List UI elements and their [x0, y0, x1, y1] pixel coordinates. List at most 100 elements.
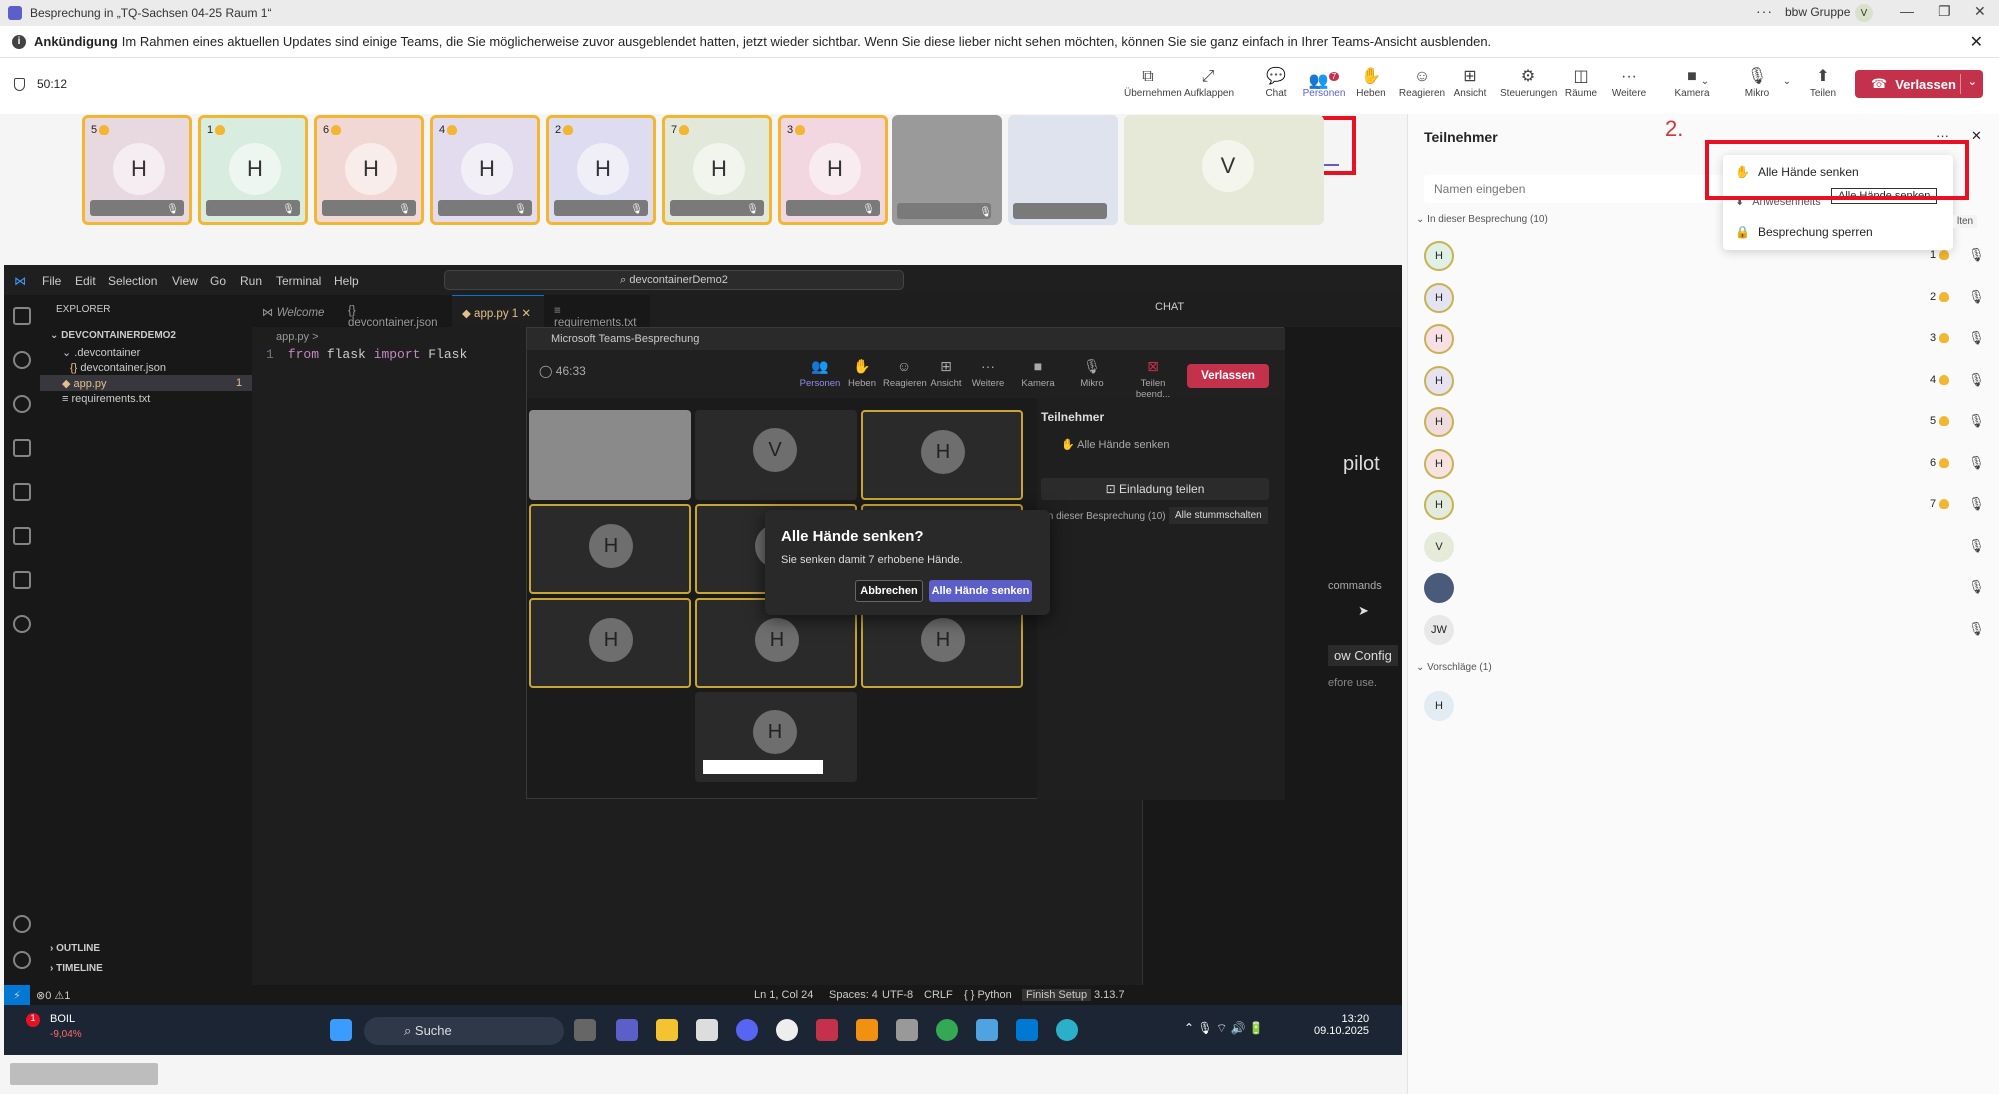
cursor-position[interactable]: Ln 1, Col 24: [754, 989, 813, 1001]
share-button[interactable]: ⬆ Teilen: [1799, 66, 1847, 99]
search-icon[interactable]: [13, 351, 31, 369]
close-window-icon[interactable]: ✕: [1974, 3, 1986, 20]
explorer-icon[interactable]: [13, 307, 31, 325]
inner-people-button[interactable]: 👥 Personen: [799, 358, 841, 389]
edge-icon[interactable]: [1056, 1019, 1078, 1041]
suggestions-section[interactable]: ⌄ Vorschläge (1): [1416, 662, 1492, 673]
mic-icon[interactable]: 🎙: [1968, 579, 1985, 595]
leave-button[interactable]: ☎ Verlassen ⌄: [1855, 70, 1983, 98]
user-avatar[interactable]: V: [1855, 4, 1873, 22]
lock-meeting-item[interactable]: 🔒 Besprechung sperren: [1735, 225, 1873, 239]
inner-more-button[interactable]: ··· Weitere: [967, 358, 1009, 389]
tab-app-py[interactable]: ◆ app.py 1 ✕: [452, 295, 544, 327]
language-status[interactable]: { } Python: [964, 989, 1012, 1001]
menu-terminal[interactable]: Terminal: [276, 274, 321, 288]
mic-button[interactable]: 🎙 Mikro: [1733, 66, 1781, 99]
tab-requirements[interactable]: ≡ requirements.txt: [544, 295, 650, 329]
tab-welcome[interactable]: ⋈ Welcome: [252, 295, 338, 327]
inner-mic-button[interactable]: 🎙 Mikro: [1071, 358, 1113, 389]
remote-indicator-icon[interactable]: ⚡: [4, 985, 30, 1005]
teams-icon[interactable]: [616, 1019, 638, 1041]
remote-explorer-icon[interactable]: [13, 527, 31, 545]
config-button[interactable]: ow Config: [1328, 645, 1398, 666]
participant-avatar[interactable]: H: [1424, 407, 1454, 437]
app-icon[interactable]: [696, 1019, 718, 1041]
account-icon[interactable]: [13, 915, 31, 933]
maximize-icon[interactable]: ❐: [1938, 3, 1951, 20]
participant-avatar[interactable]: H: [1424, 365, 1454, 396]
participant-tile[interactable]: [1008, 115, 1118, 225]
project-root[interactable]: ⌄ DEVCONTAINERDEMO2: [50, 330, 176, 341]
problems-status[interactable]: ⊗0 ⚠1: [36, 989, 70, 1002]
menu-selection[interactable]: Selection: [108, 274, 157, 288]
inner-lower-hands[interactable]: ✋ Alle Hände senken: [1061, 438, 1170, 451]
camera-options-icon[interactable]: ⌄: [1698, 76, 1712, 87]
chat-tab[interactable]: CHAT: [1155, 301, 1184, 313]
extensions-icon[interactable]: [13, 483, 31, 501]
menu-file[interactable]: File: [42, 274, 61, 288]
participant-avatar[interactable]: H: [1424, 241, 1454, 271]
mic-icon[interactable]: 🎙: [1968, 330, 1985, 346]
task-view-icon[interactable]: [574, 1019, 596, 1041]
participant-avatar[interactable]: H: [1424, 324, 1454, 354]
photos-icon[interactable]: [976, 1019, 998, 1041]
menu-help[interactable]: Help: [334, 274, 359, 288]
menu-go[interactable]: Go: [210, 274, 226, 288]
more-button[interactable]: ··· Weitere: [1605, 66, 1653, 99]
participant-avatar[interactable]: H: [1424, 448, 1454, 479]
menu-view[interactable]: View: [172, 274, 198, 288]
in-meeting-section[interactable]: ⌄ In dieser Besprechung (10): [1416, 214, 1548, 225]
settings-gear-icon[interactable]: [13, 951, 31, 969]
mic-icon[interactable]: 🎙: [1968, 496, 1985, 512]
command-center[interactable]: ⌕ devcontainerDemo2: [444, 270, 904, 290]
vscode-icon[interactable]: [1016, 1019, 1038, 1041]
mic-icon[interactable]: 🎙: [1968, 413, 1985, 429]
rooms-button[interactable]: ◫ Räume: [1557, 66, 1605, 99]
source-control-icon[interactable]: [13, 395, 31, 413]
close-icon[interactable]: ✕: [1970, 32, 1983, 52]
participant-avatar[interactable]: H: [1424, 490, 1454, 520]
view-button[interactable]: ⊞ Ansicht: [1446, 66, 1494, 99]
participant-tile[interactable]: 4 H 🎙: [430, 115, 540, 225]
inner-mute-all[interactable]: Alle stummschalten: [1169, 507, 1268, 524]
participant-avatar[interactable]: [1424, 573, 1454, 603]
toolbar-button-1[interactable]: ⤢ Aufklappen: [1184, 66, 1234, 99]
eol-status[interactable]: CRLF: [924, 989, 953, 1001]
menu-run[interactable]: Run: [240, 274, 262, 288]
outline-section[interactable]: › OUTLINE: [50, 943, 100, 954]
database-icon[interactable]: [896, 1019, 918, 1041]
file-explorer-icon[interactable]: [656, 1019, 678, 1041]
participant-tile[interactable]: 🎙: [892, 115, 1002, 225]
participant-avatar[interactable]: JW: [1424, 614, 1454, 645]
file-devcontainer-json[interactable]: {} devcontainer.json: [70, 362, 166, 374]
suggestion-avatar[interactable]: H: [1424, 691, 1454, 721]
mic-icon[interactable]: 🎙: [1968, 538, 1985, 554]
chevron-down-icon[interactable]: ⌄: [1968, 75, 1977, 88]
mic-icon[interactable]: 🎙: [1968, 621, 1985, 637]
participant-avatar[interactable]: V: [1424, 531, 1454, 562]
obs-icon[interactable]: [776, 1019, 798, 1041]
mic-icon[interactable]: 🎙: [1968, 372, 1985, 388]
indent-status[interactable]: Spaces: 4: [829, 989, 878, 1001]
mic-icon[interactable]: 🎙: [1968, 289, 1985, 305]
inner-invite-button[interactable]: ⊡ Einladung teilen: [1041, 478, 1269, 500]
inner-stop-share-button[interactable]: ⊠ Teilen beend...: [1125, 358, 1181, 400]
copilot-icon[interactable]: [13, 615, 31, 633]
tab-devcontainer[interactable]: {} devcontainer.json: [338, 295, 452, 329]
filezilla-icon[interactable]: [816, 1019, 838, 1041]
inner-raise-button[interactable]: ✋ Heben: [841, 358, 883, 389]
inner-view-button[interactable]: ⊞ Ansicht: [925, 358, 967, 389]
people-button[interactable]: 👥 7 Personen: [1300, 66, 1348, 99]
mic-options-icon[interactable]: ⌄: [1780, 76, 1794, 87]
taskbar-search[interactable]: ⌕ Suche: [364, 1017, 564, 1045]
sublime-icon[interactable]: [856, 1019, 878, 1041]
name-search-input[interactable]: [1424, 175, 1724, 203]
participant-tile[interactable]: 2 H 🎙: [546, 115, 656, 225]
react-button[interactable]: ☺ Reagieren: [1398, 66, 1446, 99]
controls-button[interactable]: ⚙ Steuerungen: [1500, 66, 1557, 99]
participant-avatar[interactable]: H: [1424, 282, 1454, 313]
stock-name[interactable]: BOIL: [50, 1013, 75, 1025]
encoding-status[interactable]: UTF-8: [882, 989, 913, 1001]
finish-setup-status[interactable]: Finish Setup: [1022, 989, 1092, 1001]
discord-icon[interactable]: [736, 1019, 758, 1041]
